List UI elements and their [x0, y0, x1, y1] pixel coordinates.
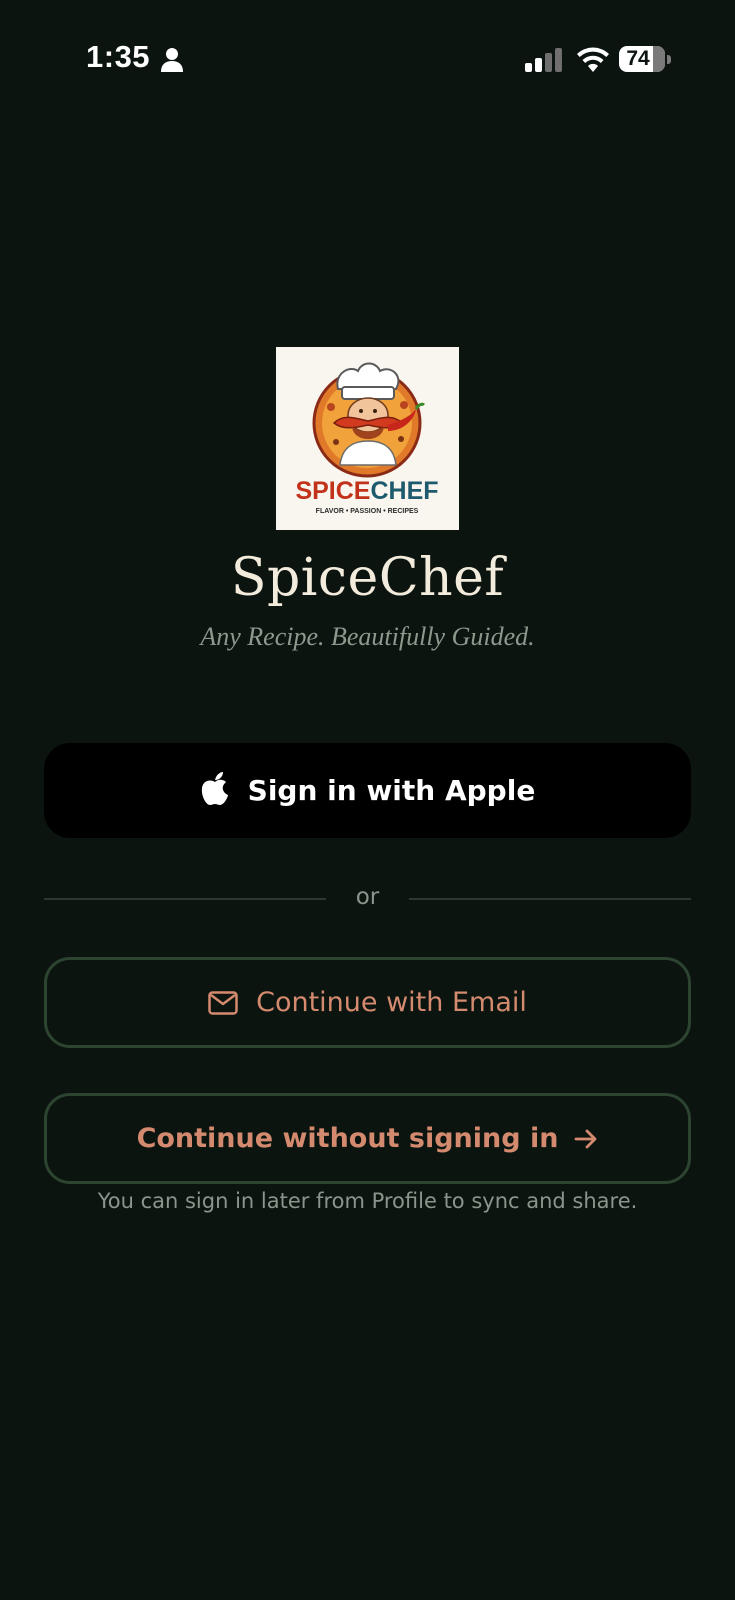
cellular-signal-icon: [525, 48, 562, 72]
arrow-right-icon: [575, 1129, 597, 1148]
person-icon: [161, 48, 183, 72]
continue-without-signing-in-button[interactable]: Continue without signing in: [44, 1093, 691, 1184]
sign-in-with-apple-button[interactable]: Sign in with Apple: [44, 743, 691, 838]
mail-icon: [208, 990, 238, 1015]
guest-button-label: Continue without signing in: [136, 1123, 559, 1154]
battery-level: 74: [626, 47, 650, 70]
logo-subtext: FLAVOR • PASSION • RECIPES: [316, 508, 419, 515]
apple-button-label: Sign in with Apple: [247, 774, 536, 807]
sign-in-later-helper-text: You can sign in later from Profile to sy…: [97, 1189, 638, 1213]
apple-icon: [201, 771, 228, 805]
status-bar: 1:35 74: [0, 0, 735, 120]
app-tagline: Any Recipe. Beautifully Guided.: [200, 622, 535, 651]
continue-with-email-button[interactable]: Continue with Email: [44, 957, 691, 1048]
email-button-label: Continue with Email: [256, 987, 527, 1018]
battery-tip: [667, 55, 671, 64]
divider-label: or: [355, 884, 380, 910]
app-logo: SPICECHEF FLAVOR • PASSION • RECIPES: [276, 347, 459, 530]
battery-body: 74: [619, 46, 665, 72]
divider-line-right: [409, 898, 691, 900]
chef-logo-image: SPICECHEF FLAVOR • PASSION • RECIPES: [276, 347, 459, 530]
wifi-icon: [577, 47, 609, 72]
battery-icon: 74: [619, 46, 671, 74]
app-title: SpiceChef: [230, 548, 505, 608]
status-time: 1:35: [86, 39, 151, 74]
or-divider: or: [44, 880, 691, 920]
logo-wordmark: SPICECHEF: [295, 477, 438, 505]
sign-in-screen: 1:35 74 SPICECHEF FLAVOR • PASSION • REC…: [0, 0, 735, 1600]
